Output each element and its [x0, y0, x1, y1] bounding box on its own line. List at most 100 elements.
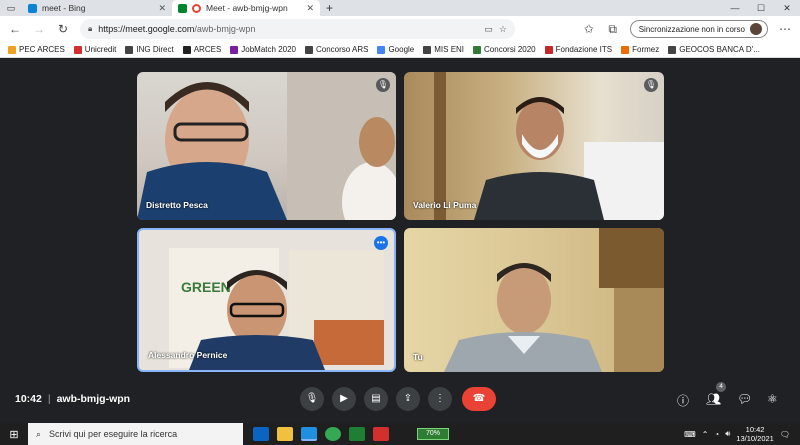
favorite-favicon-icon [8, 45, 16, 54]
tab-label: meet - Bing [42, 3, 86, 13]
meet-stage: 🎙︎ Distretto Pesca 🎙︎ Valerio Li Puma GR… [0, 58, 800, 423]
favorite-link[interactable]: ARCES [182, 45, 221, 54]
close-window-button[interactable]: ✕ [774, 0, 800, 16]
favorite-favicon-icon [668, 45, 677, 54]
navigation-bar: ← → ↻ 🔒︎ https://meet.google.com/awb-bmj… [0, 16, 800, 42]
camera-icon[interactable]: ▭ [484, 24, 493, 35]
favorite-favicon-icon [423, 45, 432, 54]
favorite-label: Google [388, 45, 415, 54]
volume-icon[interactable]: 🔊︎ [725, 429, 730, 439]
participant-tile-self[interactable]: Tu [404, 228, 664, 372]
battery-indicator: 70% [417, 428, 449, 440]
present-screen-icon: ⇪ [403, 393, 413, 404]
hang-up-icon: ☎︎ [472, 393, 486, 404]
favorite-label: Formez [632, 45, 660, 54]
favorite-link[interactable]: Google [377, 45, 414, 54]
collections-icon[interactable]: ⧉ [606, 22, 620, 37]
close-tab-icon[interactable]: ✕ [306, 3, 314, 14]
clock-time: 10:42 [745, 425, 765, 434]
more-options-button[interactable]: ⋮ [428, 387, 452, 411]
windows-taskbar: ⊞ ⌕ Scrivi qui per eseguire la ricerca 7… [0, 423, 800, 445]
video-camera-icon: ▶︎ [340, 393, 348, 404]
window-controls: — ☐ ✕ [722, 0, 800, 16]
tab-actions-icon[interactable]: ▭ [0, 3, 22, 14]
favorite-link[interactable]: GEOCOS BANCA D'... [668, 45, 760, 54]
video-feed-1 [137, 72, 396, 220]
meeting-info: 10:42 | awb-bmjg-wpn [15, 393, 130, 405]
network-icon[interactable]: ◔ [714, 430, 719, 439]
favorite-link[interactable]: MIS ENI [423, 45, 464, 54]
more-icon[interactable]: ⋯ [778, 22, 792, 36]
taskbar-search[interactable]: ⌕ Scrivi qui per eseguire la ricerca [28, 423, 243, 445]
participant-name: Valerio Li Puma [413, 200, 477, 210]
muted-mic-icon: 🎙︎ [376, 78, 390, 92]
chat-icon[interactable]: 💬︎ [737, 392, 752, 406]
favorite-link[interactable]: Formez [621, 45, 659, 54]
people-icon[interactable]: 👥︎ [706, 392, 721, 406]
muted-mic-icon: 🎙︎ [644, 78, 658, 92]
windows-start-icon[interactable]: ⊞ [0, 428, 28, 441]
outlook-icon[interactable] [253, 427, 269, 441]
captions-icon: ▤ [371, 393, 381, 404]
system-tray: ⌨︎ ⌃ ◔ 🔊︎ 10:42 13/10/2021 🗨︎ [684, 425, 800, 443]
favorite-label: Concorsi 2020 [484, 45, 536, 54]
captions-button[interactable]: ▤ [364, 387, 388, 411]
favorite-label: MIS ENI [434, 45, 465, 54]
maximize-button[interactable]: ☐ [748, 0, 774, 16]
participant-tile-active-speaker[interactable]: GREEN ••• Alessandro Pernice [137, 228, 396, 372]
clock-date: 13/10/2021 [736, 434, 774, 443]
new-tab-button[interactable]: + [320, 1, 339, 15]
tab-bing[interactable]: meet - Bing ✕ [22, 0, 172, 16]
edge-icon[interactable] [301, 427, 317, 441]
meeting-details-icon[interactable]: ⓘ [677, 392, 689, 409]
sync-button[interactable]: Sincronizzazione non in corso [629, 20, 768, 38]
sync-label: Sincronizzazione non in corso [638, 24, 745, 34]
favorite-link[interactable]: JobMatch 2020 [230, 45, 296, 54]
participant-tile[interactable]: 🎙︎ Valerio Li Puma [404, 72, 664, 220]
tab-meet[interactable]: Meet - awb-bmjg-wpn ✕ [172, 0, 320, 16]
favorite-favicon-icon [182, 45, 191, 54]
excel-icon[interactable] [349, 427, 365, 441]
participant-count-badge: 4 [716, 382, 726, 392]
acrobat-icon[interactable] [373, 427, 389, 441]
favorite-link[interactable]: Fondazione ITS [544, 45, 613, 54]
show-hidden-icon[interactable]: ⌃ [702, 430, 709, 439]
leave-call-button[interactable]: ☎︎ [462, 387, 496, 411]
favorite-link[interactable]: Concorso ARS [304, 45, 368, 54]
chrome-icon[interactable] [325, 427, 341, 441]
forward-icon[interactable]: → [32, 22, 46, 36]
favorite-favicon-icon [473, 45, 482, 54]
microphone-button[interactable]: 🎙︎ [300, 387, 324, 411]
favorite-label: GEOCOS BANCA D'... [679, 45, 760, 54]
favorite-favicon-icon [125, 45, 134, 54]
favorite-link[interactable]: Unicredit [73, 45, 116, 54]
video-feed-3: GREEN [169, 248, 384, 370]
favorite-label: Fondazione ITS [555, 45, 613, 54]
bing-icon [28, 3, 37, 13]
camera-button[interactable]: ▶︎ [332, 387, 356, 411]
notifications-icon[interactable]: 🗨︎ [780, 430, 790, 439]
favorite-link[interactable]: PEC ARCES [8, 45, 65, 54]
clock[interactable]: 10:42 13/10/2021 [736, 425, 774, 443]
participant-tile[interactable]: 🎙︎ Distretto Pesca [137, 72, 396, 220]
activities-icon[interactable]: ⚛︎ [767, 392, 778, 406]
favorite-link[interactable]: Concorsi 2020 [473, 45, 536, 54]
present-button[interactable]: ⇪ [396, 387, 420, 411]
favorite-link[interactable]: ING Direct [125, 45, 174, 54]
search-placeholder: Scrivi qui per eseguire la ricerca [49, 429, 178, 439]
favorite-label: PEC ARCES [19, 45, 65, 54]
favorite-star-icon[interactable]: ☆ [499, 24, 507, 35]
meeting-code: awb-bmjg-wpn [56, 393, 131, 405]
back-icon[interactable]: ← [8, 22, 22, 36]
refresh-icon[interactable]: ↻ [56, 22, 70, 36]
participant-name: Tu [413, 352, 423, 362]
favorites-icon[interactable]: ✩ [582, 22, 596, 36]
keyboard-icon[interactable]: ⌨︎ [684, 430, 696, 439]
address-bar[interactable]: 🔒︎ https://meet.google.com/awb-bmjg-wpn … [80, 19, 515, 39]
close-tab-icon[interactable]: ✕ [158, 3, 166, 14]
url-path: /awb-bmjg-wpn [194, 24, 256, 34]
separator: | [47, 393, 51, 405]
minimize-button[interactable]: — [722, 0, 748, 16]
participant-name: Distretto Pesca [146, 200, 208, 210]
file-explorer-icon[interactable] [277, 427, 293, 441]
